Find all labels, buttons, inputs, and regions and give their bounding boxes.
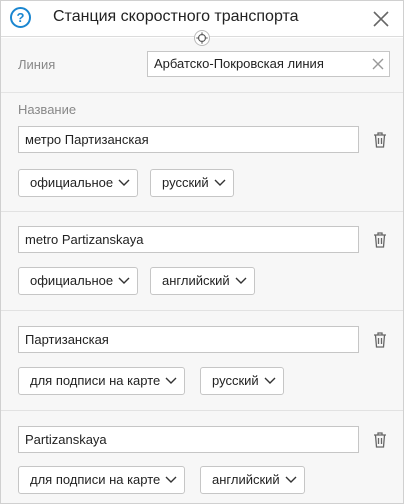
station-editor-panel: ? Станция скоростного транспорта Линия А… bbox=[0, 0, 404, 504]
line-row: Линия Арбатско-Покровская линия bbox=[1, 38, 403, 93]
name-language-dropdown[interactable]: английский bbox=[200, 466, 305, 494]
name-language-value: английский bbox=[212, 472, 280, 487]
clear-icon[interactable] bbox=[370, 56, 386, 72]
chevron-down-icon bbox=[264, 377, 276, 384]
name-language-dropdown[interactable]: русский bbox=[200, 367, 284, 395]
chevron-down-icon bbox=[214, 179, 226, 186]
divider bbox=[1, 211, 403, 212]
chevron-down-icon bbox=[285, 476, 297, 483]
name-field[interactable]: metro Partizanskaya bbox=[18, 226, 359, 253]
name-type-value: официальное bbox=[30, 273, 114, 288]
name-language-dropdown[interactable]: русский bbox=[150, 169, 234, 197]
name-language-dropdown[interactable]: английский bbox=[150, 267, 255, 295]
divider bbox=[1, 410, 403, 411]
name-type-dropdown[interactable]: официальное bbox=[18, 169, 139, 197]
name-type-dropdown[interactable]: для подписи на карте bbox=[18, 367, 186, 395]
chevron-down-icon bbox=[235, 277, 247, 284]
name-type-value: для подписи на карте bbox=[30, 373, 161, 388]
divider bbox=[1, 310, 403, 311]
name-type-dropdown[interactable]: официальное bbox=[18, 267, 139, 295]
name-language-value: русский bbox=[212, 373, 259, 388]
name-language-value: английский bbox=[162, 273, 230, 288]
line-label: Линия bbox=[18, 57, 56, 72]
line-field[interactable]: Арбатско-Покровская линия bbox=[147, 51, 390, 77]
chevron-down-icon bbox=[165, 476, 177, 483]
name-type-dropdown[interactable]: для подписи на карте bbox=[18, 466, 186, 494]
panel-title: Станция скоростного транспорта bbox=[53, 8, 299, 25]
name-language-value: русский bbox=[162, 175, 209, 190]
name-field[interactable]: Partizanskaya bbox=[18, 426, 359, 453]
trash-icon[interactable] bbox=[372, 431, 388, 449]
name-type-value: официальное bbox=[30, 175, 114, 190]
trash-icon[interactable] bbox=[372, 331, 388, 349]
trash-icon[interactable] bbox=[372, 131, 388, 149]
names-label: Название bbox=[18, 102, 77, 117]
chevron-down-icon bbox=[118, 277, 130, 284]
panel-body: Линия Арбатско-Покровская линия Название… bbox=[1, 38, 403, 503]
help-icon[interactable]: ? bbox=[10, 7, 31, 28]
close-icon[interactable] bbox=[371, 9, 391, 29]
locate-target-icon[interactable] bbox=[194, 30, 210, 46]
chevron-down-icon bbox=[165, 377, 177, 384]
name-field[interactable]: метро Партизанская bbox=[18, 126, 359, 153]
trash-icon[interactable] bbox=[372, 231, 388, 249]
name-field[interactable]: Партизанская bbox=[18, 326, 359, 353]
chevron-down-icon bbox=[118, 179, 130, 186]
name-type-value: для подписи на карте bbox=[30, 472, 161, 487]
